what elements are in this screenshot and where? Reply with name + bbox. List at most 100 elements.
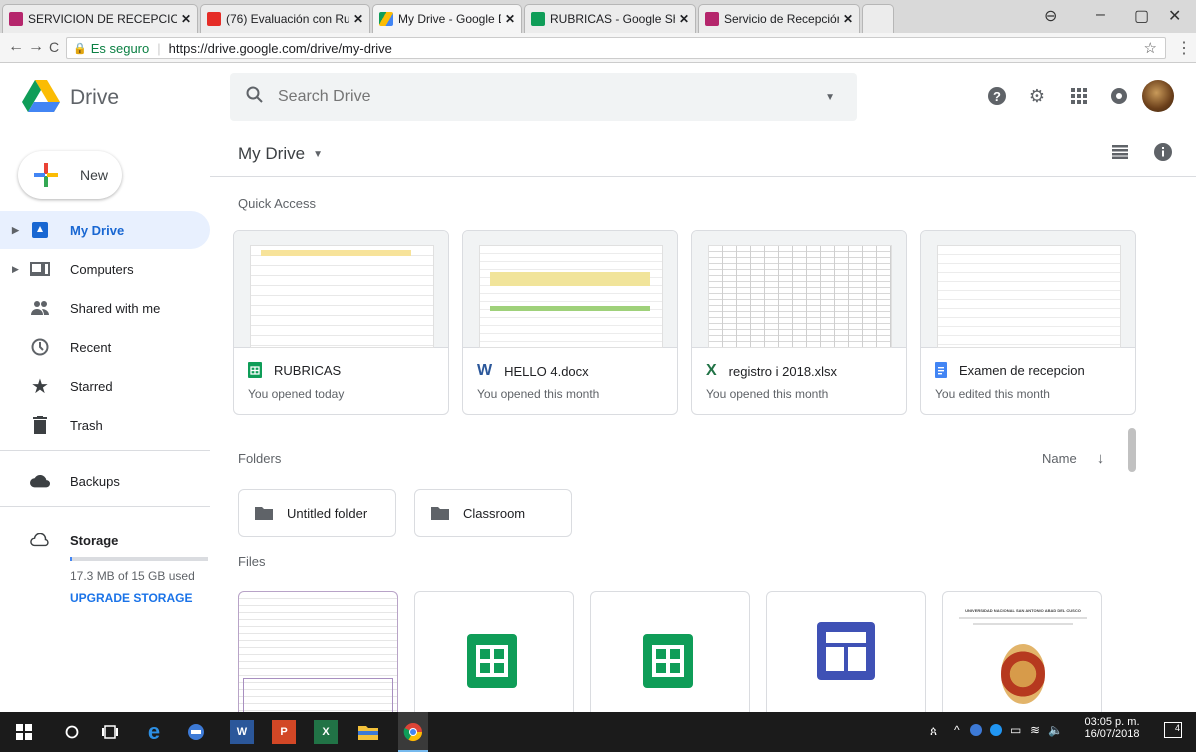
search-icon[interactable] [246,86,264,109]
edge-icon[interactable]: e [142,719,166,744]
settings-icon[interactable]: ⚙ [1024,83,1050,109]
windows-start-icon[interactable] [12,720,36,744]
expand-caret-icon[interactable]: ▶ [12,225,19,236]
action-center-icon[interactable]: 4 [1164,722,1182,738]
file-thumbnail [921,231,1135,348]
file-tile[interactable] [238,591,398,721]
word-taskbar-icon[interactable]: W [230,720,254,744]
folder-name: Untitled folder [287,505,368,521]
wifi-icon[interactable]: ≋ [1030,723,1040,737]
quick-access-card[interactable]: Examen de recepcion You edited this mont… [920,230,1136,415]
battery-icon[interactable]: ▭ [1010,723,1021,737]
my-drive-menu-button[interactable]: My Drive ▼ [238,144,323,164]
url-field[interactable]: 🔒 Es seguro | https://drive.google.com/d… [66,37,1166,59]
close-tab-icon[interactable]: ✕ [181,12,191,26]
sidebar-item-label: Storage [70,532,119,548]
browser-tab-active[interactable]: My Drive - Google Drive✕ [372,4,522,33]
account-icon[interactable]: ⊖ [1044,6,1057,26]
browser-tab[interactable]: SERVICION DE RECEPCIO ✕ [2,4,198,33]
sidebar-item-my-drive[interactable]: ▶ My Drive [0,211,210,249]
browser-tab[interactable]: Servicio de Recepción, Re✕ [698,4,860,33]
sidebar-divider [0,450,210,451]
page-title: My Drive [238,144,306,163]
close-tab-icon[interactable]: ✕ [679,12,689,26]
svg-text:?: ? [993,89,1001,104]
file-tile[interactable] [414,591,574,721]
sort-arrow-icon[interactable]: ↓ [1097,450,1105,467]
plus-icon [34,163,58,187]
volume-icon[interactable]: 🔈 [1048,723,1063,737]
close-window-button[interactable]: ✕ [1168,6,1181,26]
maximize-button[interactable]: ▢ [1134,6,1149,26]
file-tile[interactable]: UNIVERSIDAD NACIONAL SAN ANTONIO ABAD DE… [942,591,1102,721]
info-tray-icon[interactable] [990,724,1002,736]
lock-icon: 🔒 [73,42,87,55]
people-icon[interactable]: ጰ [930,724,937,739]
sidebar-item-starred[interactable]: ★ Starred [0,367,210,405]
sidebar-item-trash[interactable]: Trash [0,406,210,444]
sort-by-name-button[interactable]: Name ↓ [1042,450,1104,467]
browser-menu-icon[interactable]: ⋮ [1176,38,1192,58]
powerpoint-taskbar-icon[interactable]: P [272,720,296,744]
word-icon: W [477,362,493,379]
search-options-icon[interactable]: ▼ [825,92,835,103]
clock[interactable]: 03:05 p. m. 16/07/2018 [1074,716,1150,740]
new-tab-button[interactable] [862,4,894,33]
task-view-icon[interactable] [98,720,122,744]
file-activity: You edited this month [935,387,1050,401]
bookmark-star-icon[interactable]: ☆ [1144,39,1157,57]
sidebar-item-storage[interactable]: Storage [0,521,210,559]
avatar[interactable] [1142,80,1174,112]
folder-item[interactable]: Classroom [414,489,572,537]
scrollbar-thumb[interactable] [1128,428,1136,472]
quick-access-card[interactable]: RUBRICAS You opened today [233,230,449,415]
browser-tab[interactable]: (76) Evaluación con Rubr ✕ [200,4,370,33]
show-hidden-icons-icon[interactable]: ^ [954,723,960,737]
file-tile[interactable] [590,591,750,721]
details-info-icon[interactable] [1154,143,1172,166]
chevron-down-icon: ▼ [313,148,323,160]
sidebar-item-label: Starred [70,378,113,394]
folders-heading: Folders [238,451,282,466]
expand-caret-icon[interactable]: ▶ [12,264,19,275]
preview-highlight-band [490,272,650,286]
quick-access-card[interactable]: X registro i 2018.xlsx You opened this m… [691,230,907,415]
document-preview [937,245,1121,348]
help-icon[interactable]: ? [984,83,1010,109]
minimize-button[interactable]: – [1096,6,1105,24]
sidebar-item-shared-with-me[interactable]: Shared with me [0,289,210,327]
drive-logo[interactable]: Drive [22,80,119,119]
notifications-icon[interactable] [1106,83,1132,109]
back-button[interactable]: ← [8,38,24,56]
file-tile[interactable] [766,591,926,721]
app-icon[interactable] [184,720,208,744]
apps-icon[interactable] [1066,83,1092,109]
reload-button[interactable]: C [49,39,59,55]
browser-tab[interactable]: RUBRICAS - Google Shee✕ [524,4,696,33]
excel-taskbar-icon[interactable]: X [314,720,338,744]
thumb-text-line [959,617,1087,619]
new-button[interactable]: New [18,151,122,199]
youtube-favicon-icon [207,12,221,26]
sidebar-item-backups[interactable]: Backups [0,462,210,500]
close-tab-icon[interactable]: ✕ [843,12,853,26]
file-name-text: RUBRICAS [274,362,342,378]
list-view-icon[interactable] [1112,145,1128,164]
forward-button[interactable]: → [28,38,44,56]
close-tab-icon[interactable]: ✕ [353,12,363,26]
search-taskbar-icon[interactable] [60,720,84,744]
search-bar[interactable]: ▼ [230,73,857,121]
file-explorer-icon[interactable] [356,720,380,744]
windows-taskbar: e W P X ጰ ^ ▭ ≋ 🔈 03:05 p. m. 16/07/2018… [0,712,1196,752]
upgrade-storage-link[interactable]: UPGRADE STORAGE [70,591,192,605]
file-activity: You opened today [248,387,345,401]
sidebar-item-computers[interactable]: ▶ Computers [0,250,210,288]
folder-item[interactable]: Untitled folder [238,489,396,537]
close-tab-icon[interactable]: ✕ [505,12,515,26]
sidebar-item-recent[interactable]: Recent [0,328,210,366]
search-input[interactable] [278,88,798,106]
quick-access-heading: Quick Access [238,196,317,211]
chrome-taskbar-icon[interactable] [398,712,428,752]
tray-app-icon[interactable] [970,724,982,736]
quick-access-card[interactable]: W HELLO 4.docx You opened this month [462,230,678,415]
